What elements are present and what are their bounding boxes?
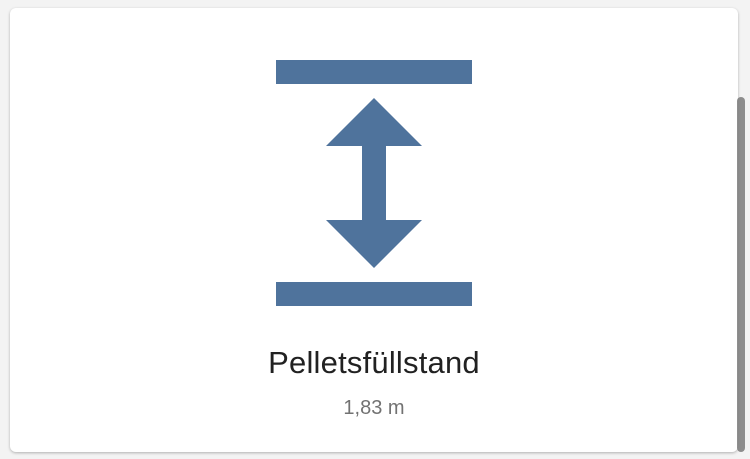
entity-card[interactable]: Pelletsfüllstand 1,83 m <box>10 8 738 452</box>
entity-name: Pelletsfüllstand <box>268 345 480 380</box>
scrollbar[interactable] <box>737 97 745 452</box>
arrow-expand-vertical-icon <box>276 60 472 306</box>
entity-state: 1,83 m <box>343 397 405 419</box>
